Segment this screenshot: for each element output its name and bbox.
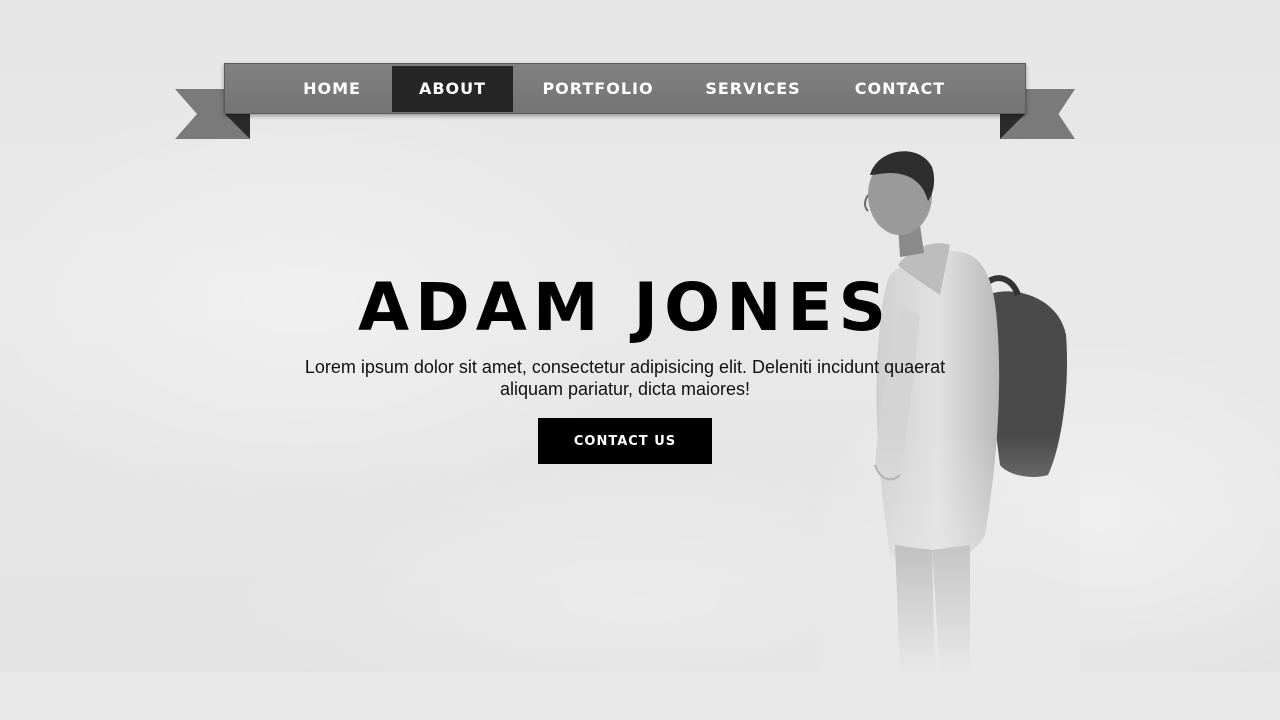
nav-item-portfolio[interactable]: Portfolio [525,66,671,112]
nav-item-contact[interactable]: Contact [833,66,967,112]
contact-us-button[interactable]: CONTACT US [538,418,712,464]
hero-title: ADAM JONES [357,269,893,346]
nav-item-services[interactable]: Services [687,66,819,112]
hero-photo-man [820,145,1080,672]
hero-description: Lorem ipsum dolor sit amet, consectetur … [304,357,946,399]
nav-item-about[interactable]: About [392,66,513,112]
main-nav: Home About Portfolio Services Contact [224,63,1026,114]
nav-item-home[interactable]: Home [287,66,377,112]
